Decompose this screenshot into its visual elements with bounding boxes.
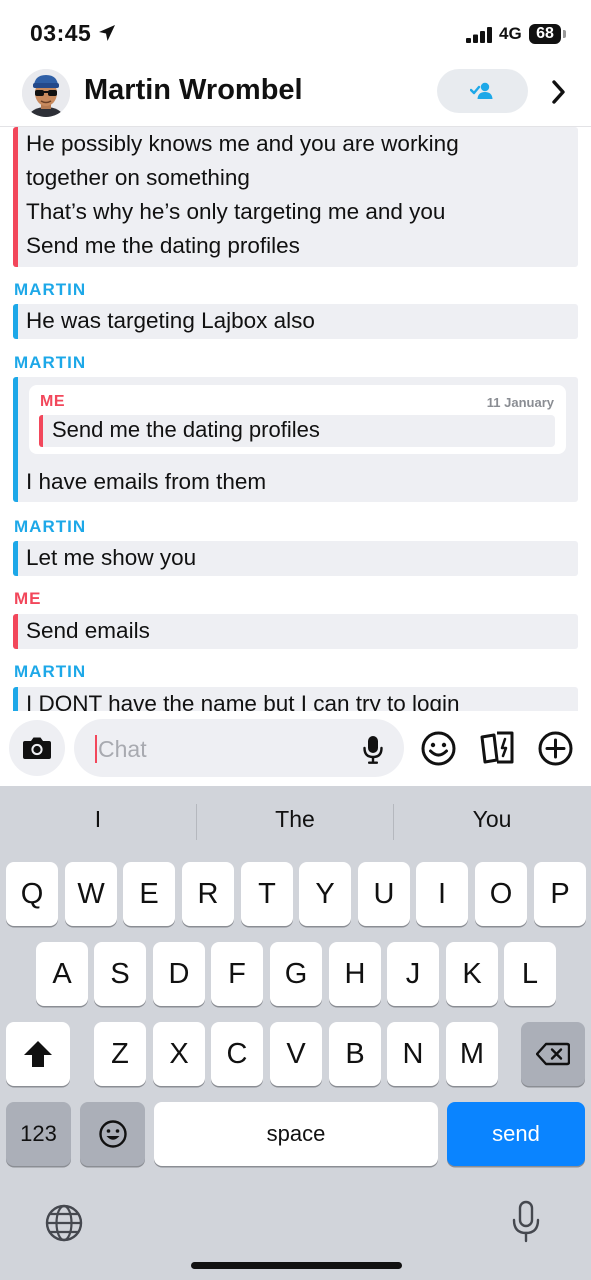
chevron-right-icon[interactable]	[548, 78, 568, 111]
sender-label: MARTIN	[14, 517, 87, 536]
chat-input[interactable]: Chat	[74, 719, 404, 777]
key-h[interactable]: H	[329, 942, 381, 1006]
keyboard: I The You Q W E R T Y U I O P A S D F G …	[0, 786, 591, 1280]
suggestion-item[interactable]: You	[394, 806, 590, 833]
plus-icon[interactable]	[537, 730, 574, 772]
backspace-key[interactable]	[521, 1022, 585, 1086]
message-text: Send emails	[26, 618, 150, 643]
location-arrow-icon	[98, 24, 116, 47]
suggestion-item[interactable]: The	[197, 806, 393, 833]
message-bubble[interactable]: He possibly knows me and you are working…	[13, 127, 578, 267]
key-u[interactable]: U	[358, 862, 410, 926]
message-text: I DONT have the name but I can try to lo…	[26, 691, 460, 711]
chat-placeholder: Chat	[98, 736, 147, 762]
suggestion-item[interactable]: I	[0, 806, 196, 833]
key-b[interactable]: B	[329, 1022, 381, 1086]
contact-name[interactable]: Martin Wrombel	[84, 74, 303, 107]
text-caret	[95, 735, 97, 763]
key-c[interactable]: C	[211, 1022, 263, 1086]
home-indicator[interactable]	[191, 1262, 402, 1269]
key-e[interactable]: E	[123, 862, 175, 926]
numbers-key[interactable]: 123	[6, 1102, 71, 1166]
message-bubble[interactable]: ME 11 January Send me the dating profile…	[13, 377, 578, 502]
add-friend-icon	[470, 82, 493, 99]
status-time: 03:45	[30, 20, 92, 46]
emoji-keyboard-key[interactable]	[80, 1102, 145, 1166]
shift-key[interactable]	[6, 1022, 70, 1086]
network-type: 4G	[499, 24, 522, 43]
message-text: Let me show you	[26, 545, 197, 570]
key-k[interactable]: K	[446, 942, 498, 1006]
key-y[interactable]: Y	[299, 862, 351, 926]
key-l[interactable]: L	[504, 942, 556, 1006]
signal-icon	[466, 27, 494, 48]
dictation-icon[interactable]	[511, 1200, 541, 1249]
status-bar: 03:45 4G 68	[0, 0, 591, 64]
camera-button[interactable]	[9, 720, 65, 776]
key-o[interactable]: O	[475, 862, 527, 926]
globe-icon[interactable]	[44, 1203, 84, 1248]
shift-icon	[24, 1041, 52, 1067]
add-friend-button[interactable]	[437, 69, 528, 113]
chat-header: Martin Wrombel	[0, 64, 591, 127]
key-s[interactable]: S	[94, 942, 146, 1006]
message-bubble[interactable]: He was targeting Lajbox also	[13, 304, 578, 339]
emoji-icon	[98, 1120, 127, 1148]
sender-label: ME	[14, 589, 42, 608]
sender-label: MARTIN	[14, 353, 87, 372]
send-key[interactable]: send	[447, 1102, 585, 1166]
message-bubble[interactable]: I DONT have the name but I can try to lo…	[13, 687, 578, 711]
message-text: Send me the dating profiles	[26, 233, 300, 258]
quote-sender: ME	[40, 393, 65, 410]
key-g[interactable]: G	[270, 942, 322, 1006]
message-text: He possibly knows me and you are working	[26, 131, 459, 156]
message-bubble[interactable]: Send emails	[13, 614, 578, 649]
key-f[interactable]: F	[211, 942, 263, 1006]
space-key[interactable]: space	[154, 1102, 438, 1166]
message-text: together on something	[26, 165, 250, 190]
quote-date: 11 January	[486, 395, 554, 410]
sender-label: MARTIN	[14, 280, 87, 299]
message-bubble[interactable]: Let me show you	[13, 541, 578, 576]
key-r[interactable]: R	[182, 862, 234, 926]
key-x[interactable]: X	[153, 1022, 205, 1086]
emoji-icon[interactable]	[420, 730, 457, 772]
key-n[interactable]: N	[387, 1022, 439, 1086]
battery-icon: 68	[529, 24, 566, 44]
key-p[interactable]: P	[534, 862, 586, 926]
sender-label: MARTIN	[14, 662, 87, 681]
chat-composer: Chat	[0, 711, 591, 786]
message-text: He was targeting Lajbox also	[26, 308, 315, 333]
quote-body: Send me the dating profiles	[39, 415, 555, 447]
key-w[interactable]: W	[65, 862, 117, 926]
key-m[interactable]: M	[446, 1022, 498, 1086]
key-a[interactable]: A	[36, 942, 88, 1006]
cards-icon[interactable]	[478, 730, 518, 771]
key-z[interactable]: Z	[94, 1022, 146, 1086]
quote-text: Send me the dating profiles	[52, 417, 320, 442]
key-j[interactable]: J	[387, 942, 439, 1006]
key-d[interactable]: D	[153, 942, 205, 1006]
key-i[interactable]: I	[416, 862, 468, 926]
avatar[interactable]	[22, 69, 70, 117]
quoted-message[interactable]: ME 11 January Send me the dating profile…	[29, 385, 566, 454]
microphone-icon[interactable]	[362, 735, 384, 770]
message-text: I have emails from them	[26, 469, 267, 494]
message-text: That’s why he’s only targeting me and yo…	[26, 199, 446, 224]
backspace-icon	[535, 1042, 571, 1066]
battery-level: 68	[529, 24, 561, 44]
chat-thread[interactable]: He possibly knows me and you are working…	[0, 127, 591, 711]
key-q[interactable]: Q	[6, 862, 58, 926]
key-t[interactable]: T	[241, 862, 293, 926]
key-v[interactable]: V	[270, 1022, 322, 1086]
camera-icon	[23, 737, 51, 759]
